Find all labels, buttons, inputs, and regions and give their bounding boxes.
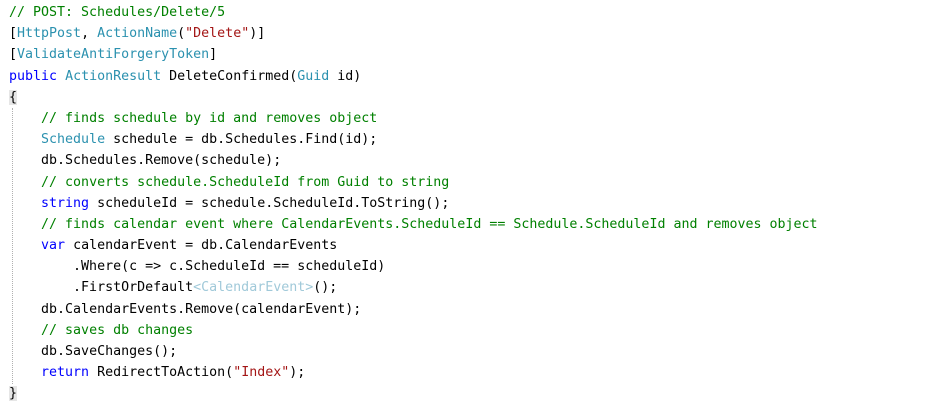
code-line: { <box>0 87 818 108</box>
code-line: // POST: Schedules/Delete/5 <box>0 2 818 23</box>
code-token-plain: scheduleId = schedule.ScheduleId.ToStrin… <box>89 195 450 211</box>
code-token-plain: ] <box>209 47 218 63</box>
code-token-string: "Delete" <box>185 26 250 42</box>
code-token-plain: [ <box>9 47 18 63</box>
code-token-plain: [ <box>9 26 18 42</box>
code-token-comment: // finds calendar event where CalendarEv… <box>41 216 818 232</box>
code-line: .FirstOrDefault<CalendarEvent>(); <box>0 277 818 298</box>
code-token-plain: RedirectToAction( <box>89 365 234 381</box>
code-token-plain: DeleteConfirmed( <box>161 68 298 84</box>
code-token-string: "Index" <box>233 365 290 381</box>
code-line: var calendarEvent = db.CalendarEvents <box>0 235 818 256</box>
code-token-comment: // saves db changes <box>41 322 194 338</box>
code-token-plain: id) <box>329 68 362 84</box>
code-line: public ActionResult DeleteConfirmed(Guid… <box>0 66 818 87</box>
code-token-keyword: public <box>9 68 58 84</box>
indent-guide <box>12 108 13 384</box>
code-line: [HttpPost, ActionName("Delete")] <box>0 23 818 44</box>
code-line: string scheduleId = schedule.ScheduleId.… <box>0 193 818 214</box>
code-token-comment: // POST: Schedules/Delete/5 <box>9 5 226 20</box>
code-token-comment: // converts schedule.ScheduleId from Gui… <box>41 174 450 190</box>
code-token-type: HttpPost <box>17 26 82 42</box>
code-token-plain: (); <box>313 280 338 296</box>
code-token-plain: )] <box>249 26 266 42</box>
code-token-keyword: string <box>41 195 90 211</box>
code-token-type: Guid <box>297 68 330 84</box>
code-token-brace: } <box>9 386 18 402</box>
code-token-faded: CalendarEvent <box>201 280 306 296</box>
code-token-keyword: var <box>41 238 66 254</box>
code-view: // POST: Schedules/Delete/5 [HttpPost, Ac… <box>0 2 818 405</box>
code-token-plain: ( <box>177 26 186 42</box>
code-token-plain: db.Schedules.Remove(schedule); <box>41 153 282 169</box>
code-token-type: ActionName <box>97 26 178 42</box>
code-token-plain: db.CalendarEvents.Remove(calendarEvent); <box>41 301 362 317</box>
code-token-plain: ); <box>289 365 306 381</box>
code-token-comment: // finds schedule by id and removes obje… <box>41 110 378 126</box>
code-line: db.SaveChanges(); <box>0 341 818 362</box>
code-token-plain: .FirstOrDefault <box>73 280 194 296</box>
code-token-type: Schedule <box>41 132 106 148</box>
code-line: Schedule schedule = db.Schedules.Find(id… <box>0 129 818 150</box>
code-line: } <box>0 383 818 404</box>
code-line: db.CalendarEvents.Remove(calendarEvent); <box>0 299 818 320</box>
code-line: // finds calendar event where CalendarEv… <box>0 214 818 235</box>
code-token-brace: { <box>9 89 18 105</box>
code-token-plain: , <box>81 26 98 42</box>
code-token-keyword: return <box>41 365 90 381</box>
code-line: [ValidateAntiForgeryToken] <box>0 44 818 65</box>
code-token-plain: .Where(c => c.ScheduleId == scheduleId) <box>73 259 386 275</box>
code-token-plain: schedule = db.Schedules.Find(id); <box>105 132 378 148</box>
code-line: // saves db changes <box>0 320 818 341</box>
code-token-type: ActionResult <box>65 68 162 84</box>
code-line: // finds schedule by id and removes obje… <box>0 108 818 129</box>
code-line: .Where(c => c.ScheduleId == scheduleId) <box>0 256 818 277</box>
code-line: return RedirectToAction("Index"); <box>0 362 818 383</box>
code-token-plain: db.SaveChanges(); <box>41 344 178 359</box>
code-line: // converts schedule.ScheduleId from Gui… <box>0 172 818 193</box>
code-token-plain: calendarEvent = db.CalendarEvents <box>65 238 338 254</box>
code-line: db.Schedules.Remove(schedule); <box>0 150 818 171</box>
code-editor[interactable]: // POST: Schedules/Delete/5 [HttpPost, Ac… <box>0 0 925 413</box>
code-token-type: ValidateAntiForgeryToken <box>17 47 210 63</box>
code-token-faded: < <box>193 280 202 296</box>
